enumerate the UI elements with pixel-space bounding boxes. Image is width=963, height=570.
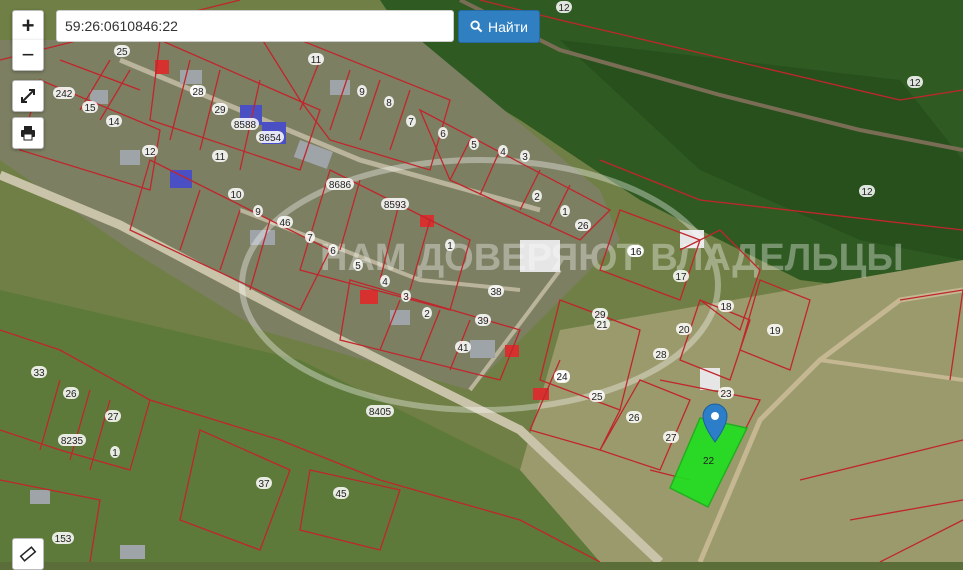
search-icon: [470, 20, 483, 33]
parcel-label: 7: [408, 117, 414, 128]
parcel-label: 1: [112, 448, 118, 459]
plus-icon: +: [21, 13, 35, 38]
satellite-map[interactable]: НАМ ДОВЕРЯЮТ ВЛАДЕЛЬЦЫ 22 12121225119876…: [0, 0, 963, 562]
parcel-label: 4: [382, 277, 388, 288]
measure-button[interactable]: [12, 538, 44, 570]
parcel-label: 17: [675, 272, 687, 283]
parcel-label: 12: [558, 3, 570, 14]
parcel-label: 9: [255, 207, 261, 218]
parcel-label: 37: [258, 479, 270, 490]
parcel-label: 8593: [384, 200, 407, 211]
parcel-label: 45: [335, 489, 347, 500]
parcel-label: 39: [477, 316, 489, 327]
parcel-label: 33: [33, 368, 45, 379]
parcel-label: 1: [447, 241, 453, 252]
parcel-label: 12: [144, 147, 156, 158]
parcel-label: 7: [307, 233, 313, 244]
parcel-label: 1: [562, 207, 568, 218]
parcel-label: 8588: [234, 120, 257, 131]
printer-icon: [21, 126, 35, 141]
parcel-label: 19: [769, 326, 781, 337]
parcel-label: 242: [56, 89, 73, 100]
parcel-label: 26: [65, 389, 77, 400]
parcel-label: 11: [311, 55, 322, 66]
parcel-label: 27: [665, 433, 677, 444]
parcel-label: 25: [116, 47, 128, 58]
fullscreen-button[interactable]: [12, 80, 44, 112]
parcel-label: 27: [107, 412, 119, 423]
parcel-label: 28: [655, 350, 667, 361]
parcel-label: 23: [720, 389, 732, 400]
find-button-label: Найти: [488, 18, 528, 35]
parcel-label: 38: [490, 287, 502, 298]
parcel-label: 2: [534, 192, 540, 203]
parcel-label: 8686: [329, 180, 352, 191]
parcel-label: 14: [108, 117, 120, 128]
expand-icon: [21, 89, 35, 103]
parcel-label: 15: [84, 103, 96, 114]
parcel-label: 12: [909, 78, 921, 89]
parcel-label: 18: [720, 302, 732, 313]
parcel-label: 8: [386, 98, 392, 109]
parcel-label: 6: [330, 246, 336, 257]
parcel-label: 21: [596, 320, 608, 331]
parcel-label: 2: [424, 309, 430, 320]
parcel-label: 16: [630, 247, 642, 258]
parcel-label: 6: [440, 129, 446, 140]
parcel-label: 20: [678, 325, 690, 336]
ruler-icon: [19, 546, 37, 562]
parcel-label: 5: [471, 140, 477, 151]
parcel-label: 153: [55, 534, 72, 545]
parcel-label: 26: [577, 221, 589, 232]
print-button[interactable]: [12, 117, 44, 149]
parcel-label: 4: [500, 147, 506, 158]
cadastral-search-input[interactable]: [56, 10, 454, 42]
parcel-label: 8405: [369, 407, 392, 418]
zoom-out-button[interactable]: −: [12, 40, 44, 71]
parcel-label: 29: [594, 310, 606, 321]
minus-icon: −: [21, 42, 35, 67]
parcel-label: 8235: [61, 436, 84, 447]
parcel-label: 3: [522, 152, 528, 163]
parcel-label: 10: [230, 190, 242, 201]
parcel-label: 8654: [259, 133, 282, 144]
parcel-label: 12: [861, 187, 873, 198]
parcel-label: 41: [457, 343, 469, 354]
find-button[interactable]: Найти: [458, 10, 540, 43]
parcel-label: 9: [359, 87, 365, 98]
selected-parcel-label: 22: [703, 456, 715, 467]
parcel-label: 5: [355, 261, 361, 272]
parcel-label: 29: [214, 105, 226, 116]
parcel-label: 25: [591, 392, 603, 403]
parcel-label: 24: [556, 372, 568, 383]
parcel-label: 46: [279, 218, 291, 229]
zoom-in-button[interactable]: +: [12, 10, 44, 42]
parcel-label: 11: [215, 152, 226, 163]
watermark-text: НАМ ДОВЕРЯЮТ ВЛАДЕЛЬЦЫ: [320, 237, 904, 279]
parcel-label: 3: [403, 292, 409, 303]
parcel-label: 26: [628, 413, 640, 424]
parcel-label: 28: [192, 87, 204, 98]
